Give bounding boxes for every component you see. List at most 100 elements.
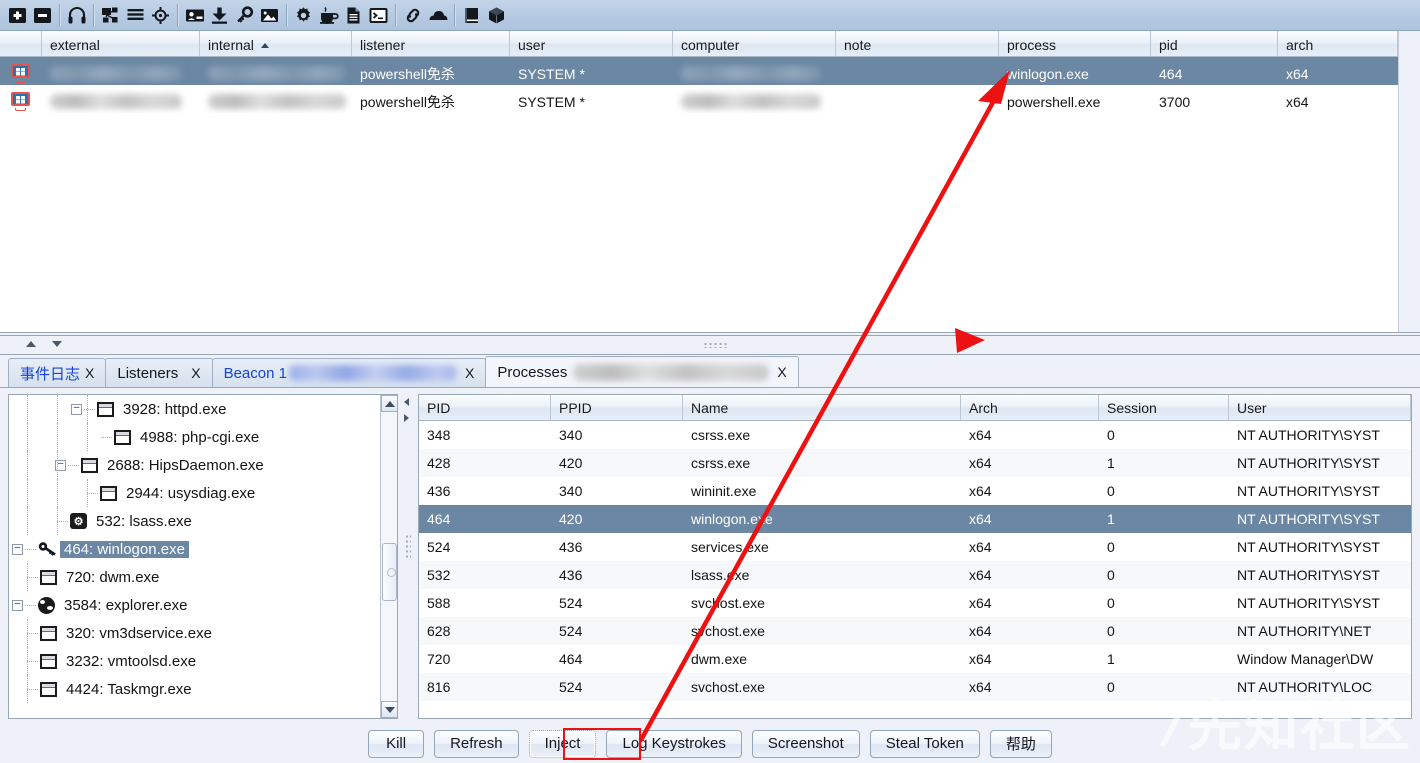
book-icon[interactable] (459, 3, 484, 28)
help-button[interactable]: 帮助 (989, 729, 1052, 758)
splitter-collapse-left-icon[interactable] (404, 398, 409, 406)
terminal-icon[interactable] (366, 3, 391, 28)
credentials-icon[interactable] (182, 3, 207, 28)
header-note[interactable]: note (836, 31, 999, 56)
screenshots-icon[interactable] (257, 3, 282, 28)
main-toolbar (0, 0, 1420, 31)
tree-node[interactable]: 2944: usysdiag.exe (9, 479, 381, 507)
crosshair-icon[interactable] (148, 3, 173, 28)
table-row[interactable]: 588 524 svchost.exe x64 0 NT AUTHORITY\S… (419, 589, 1411, 617)
tab-close-icon[interactable]: X (777, 364, 786, 380)
pivot-graph-icon[interactable] (98, 3, 123, 28)
inject-button[interactable]: Inject (528, 729, 597, 758)
splitter-collapse-up-icon[interactable] (26, 341, 36, 347)
table-row[interactable]: 428 420 csrss.exe x64 1 NT AUTHORITY\SYS… (419, 449, 1411, 477)
header-session[interactable]: Session (1099, 395, 1229, 420)
splitter-collapse-down-icon[interactable] (52, 341, 62, 347)
scroll-down-button[interactable] (381, 701, 397, 718)
cell-name: services.exe (691, 539, 769, 555)
header-computer[interactable]: computer (673, 31, 836, 56)
tree-node[interactable]: 320: vm3dservice.exe (9, 619, 381, 647)
horizontal-splitter[interactable] (0, 333, 1420, 355)
expander-collapse-icon[interactable] (12, 543, 23, 555)
steal-token-button[interactable]: Steal Token (869, 729, 980, 758)
beacon-session-table[interactable]: external internal listener user computer… (0, 31, 1420, 333)
cell-listener: powershell免杀 (360, 65, 455, 82)
table-row[interactable]: 628 524 svchost.exe x64 0 NT AUTHORITY\N… (419, 617, 1411, 645)
header-pid[interactable]: pid (1151, 31, 1278, 56)
table-row[interactable]: 524 436 services.exe x64 0 NT AUTHORITY\… (419, 533, 1411, 561)
tab-processes[interactable]: Processes X (485, 356, 799, 387)
link-icon[interactable] (400, 3, 425, 28)
tab-beacon[interactable]: Beacon 1 X (211, 358, 487, 387)
cell-pid: 628 (427, 623, 451, 639)
header-pid[interactable]: PID (419, 395, 551, 420)
kill-button[interactable]: Kill (368, 729, 425, 758)
cell-ppid: 464 (559, 651, 583, 667)
tree-node[interactable]: 4988: php-cgi.exe (9, 423, 381, 451)
tree-node[interactable]: 4424: Taskmgr.exe (9, 675, 381, 703)
scrollbar-thumb[interactable] (382, 543, 397, 601)
header-user[interactable]: user (510, 31, 673, 56)
window-icon (100, 485, 117, 501)
log-keystrokes-button[interactable]: Log Keystrokes (606, 729, 742, 758)
tree-node[interactable]: 720: dwm.exe (9, 563, 381, 591)
table-row[interactable]: powershell免杀 SYSTEM * powershell.exe 370… (0, 85, 1420, 113)
tree-vertical-scrollbar[interactable] (380, 395, 397, 718)
tree-node[interactable]: 3232: vmtoolsd.exe (9, 647, 381, 675)
tab-close-icon[interactable]: X (465, 365, 474, 381)
header-arch[interactable]: Arch (961, 395, 1099, 420)
cell-note (836, 57, 999, 85)
table-row[interactable]: 532 436 lsass.exe x64 0 NT AUTHORITY\SYS… (419, 561, 1411, 589)
tab-event-log[interactable]: 事件日志 X (8, 358, 107, 387)
table-row[interactable]: 436 340 wininit.exe x64 0 NT AUTHORITY\S… (419, 477, 1411, 505)
remove-icon[interactable] (30, 3, 55, 28)
headphones-icon[interactable] (64, 3, 89, 28)
add-icon[interactable] (5, 3, 30, 28)
cube-icon[interactable] (484, 3, 509, 28)
session-list-icon[interactable] (123, 3, 148, 28)
header-listener[interactable]: listener (352, 31, 510, 56)
splitter-grip[interactable] (703, 342, 729, 348)
action-button-bar: Kill Refresh Inject Log Keystrokes Scree… (0, 724, 1420, 763)
cloud-icon[interactable] (425, 3, 450, 28)
vertical-splitter[interactable] (400, 394, 416, 719)
downloads-icon[interactable] (207, 3, 232, 28)
coffee-icon[interactable] (316, 3, 341, 28)
tree-node[interactable]: 2688: HipsDaemon.exe (9, 451, 381, 479)
process-list-table[interactable]: PID PPID Name Arch Session User 348 340 … (418, 394, 1412, 719)
header-internal[interactable]: internal (200, 31, 352, 56)
table-row-selected[interactable]: 464 420 winlogon.exe x64 1 NT AUTHORITY\… (419, 505, 1411, 533)
process-tree[interactable]: 3928: httpd.exe 4988: php-cgi.exe 2688: … (8, 394, 398, 719)
scroll-up-button[interactable] (381, 395, 397, 412)
tab-close-icon[interactable]: X (85, 365, 94, 381)
refresh-button[interactable]: Refresh (434, 729, 519, 758)
header-process[interactable]: process (999, 31, 1151, 56)
screenshot-button[interactable]: Screenshot (751, 729, 860, 758)
key-icon[interactable] (232, 3, 257, 28)
splitter-grip[interactable] (405, 534, 411, 560)
tree-node-selected[interactable]: 464: winlogon.exe (9, 535, 381, 563)
tree-connector (27, 576, 38, 578)
expander-collapse-icon[interactable] (12, 599, 23, 611)
tree-node[interactable]: ⚙ 532: lsass.exe (9, 507, 381, 535)
cell-arch: x64 (969, 623, 992, 639)
tree-node[interactable]: 3584: explorer.exe (9, 591, 381, 619)
header-arch[interactable]: arch (1278, 31, 1398, 56)
document-icon[interactable] (341, 3, 366, 28)
tab-listeners[interactable]: Listeners X (105, 358, 213, 387)
header-name[interactable]: Name (683, 395, 961, 420)
header-external[interactable]: external (42, 31, 200, 56)
table-row[interactable]: 720 464 dwm.exe x64 1 Window Manager\DW (419, 645, 1411, 673)
table-row[interactable]: 816 524 svchost.exe x64 0 NT AUTHORITY\L… (419, 673, 1411, 701)
table-row[interactable]: powershell免杀 SYSTEM * winlogon.exe 464 x… (0, 57, 1420, 85)
gear-icon[interactable] (291, 3, 316, 28)
expander-collapse-icon[interactable] (71, 403, 82, 415)
splitter-collapse-right-icon[interactable] (404, 414, 409, 422)
header-user[interactable]: User (1229, 395, 1411, 420)
header-ppid[interactable]: PPID (551, 395, 683, 420)
tab-close-icon[interactable]: X (191, 365, 200, 381)
table-row[interactable]: 348 340 csrss.exe x64 0 NT AUTHORITY\SYS… (419, 421, 1411, 449)
cell-pid: 436 (427, 483, 451, 499)
tree-node[interactable]: 3928: httpd.exe (9, 395, 381, 423)
